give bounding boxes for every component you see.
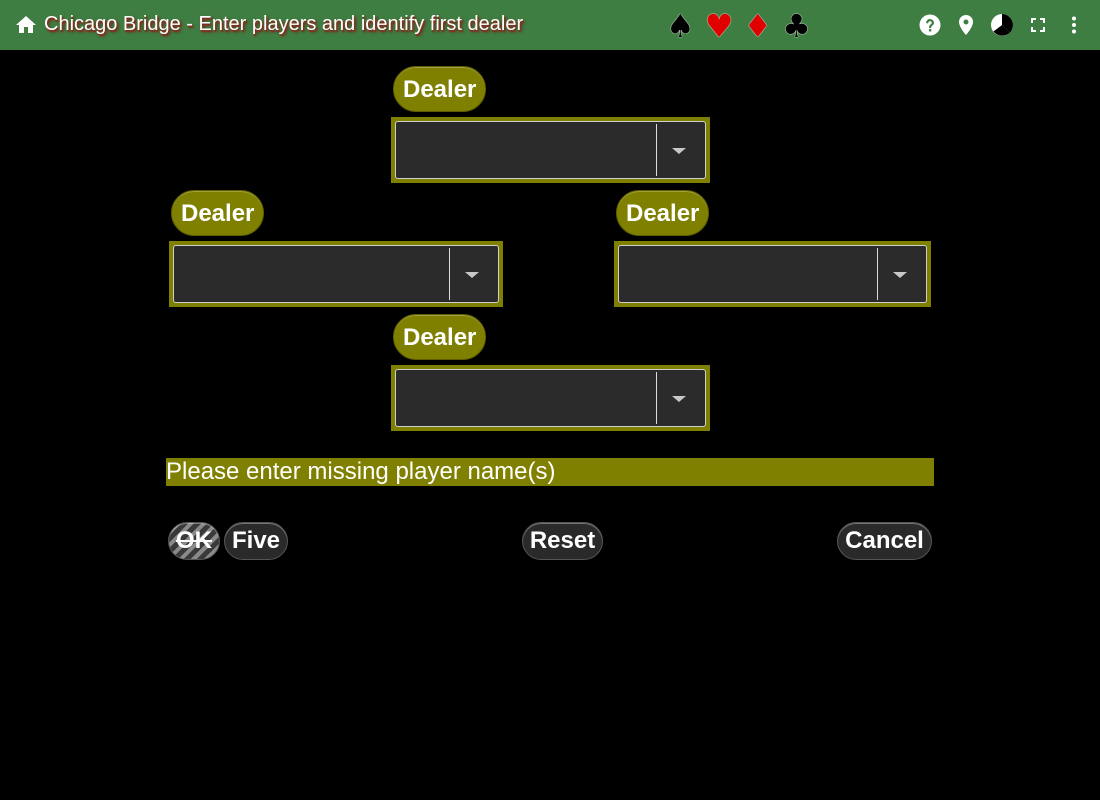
select-divider — [449, 248, 450, 300]
ok-button[interactable]: OK — [168, 522, 220, 560]
dealer-button-east[interactable]: Dealer — [616, 190, 710, 236]
select-divider — [877, 248, 878, 300]
player-select-west[interactable] — [173, 245, 499, 303]
dealer-button-west[interactable]: Dealer — [171, 190, 265, 236]
club-icon: ♣ — [782, 7, 811, 45]
player-select-north[interactable] — [395, 121, 706, 179]
heart-icon: ♥ — [704, 7, 734, 45]
dealer-button-south[interactable]: Dealer — [393, 314, 487, 360]
home-icon[interactable] — [14, 13, 38, 37]
chevron-down-icon[interactable] — [465, 272, 479, 278]
player-select-south[interactable] — [395, 369, 706, 427]
select-divider — [656, 372, 657, 424]
app-header: Chicago Bridge - Enter players and ident… — [0, 0, 1100, 50]
help-icon[interactable] — [918, 13, 942, 37]
chevron-down-icon[interactable] — [672, 148, 686, 154]
chevron-down-icon[interactable] — [893, 272, 907, 278]
more-vert-icon[interactable] — [1062, 13, 1086, 37]
diamond-icon: ♦ — [743, 7, 773, 45]
location-pin-icon[interactable] — [954, 13, 978, 37]
dealer-button-north[interactable]: Dealer — [393, 66, 487, 112]
fullscreen-icon[interactable] — [1026, 13, 1050, 37]
suit-symbols: ♠ ♥ ♦ ♣ — [666, 4, 811, 48]
player-select-east-frame — [614, 241, 931, 307]
select-divider — [656, 124, 657, 176]
player-select-west-frame — [169, 241, 503, 307]
status-message: Please enter missing player name(s) — [166, 458, 934, 486]
pie-chart-icon[interactable] — [990, 13, 1014, 37]
spade-icon: ♠ — [666, 7, 695, 45]
cancel-button[interactable]: Cancel — [837, 522, 932, 560]
player-select-east[interactable] — [618, 245, 927, 303]
reset-button[interactable]: Reset — [522, 522, 603, 560]
player-select-south-frame — [391, 365, 710, 431]
chevron-down-icon[interactable] — [672, 396, 686, 402]
five-button[interactable]: Five — [224, 522, 288, 560]
page-title: Chicago Bridge - Enter players and ident… — [44, 13, 524, 35]
player-select-north-frame — [391, 117, 710, 183]
